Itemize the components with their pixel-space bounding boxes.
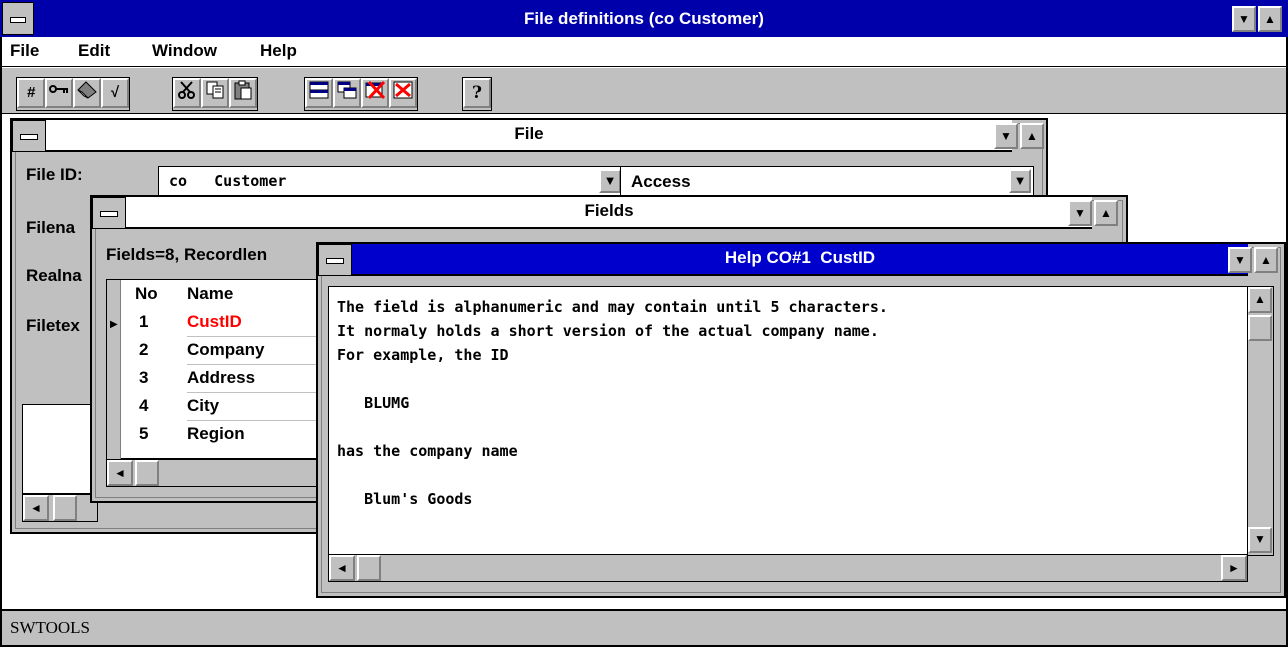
help-hscroll-thumb[interactable] bbox=[357, 555, 381, 581]
help-line: Blum's Goods bbox=[337, 490, 473, 508]
help-text: The field is alphanumeric and may contai… bbox=[337, 295, 888, 511]
help-window-maximize[interactable]: ▲ bbox=[1254, 247, 1278, 273]
help-text-area[interactable]: The field is alphanumeric and may contai… bbox=[328, 286, 1274, 556]
row-no: 3 bbox=[139, 368, 149, 387]
help-icon[interactable]: ? bbox=[463, 78, 491, 108]
maximize-button[interactable]: ▲ bbox=[1258, 6, 1282, 32]
toolbar-group-edit-mode: # √ bbox=[16, 77, 130, 111]
menu-edit[interactable]: Edit bbox=[78, 41, 110, 61]
status-bar: SWTOOLS bbox=[2, 609, 1286, 645]
key-icon[interactable] bbox=[45, 78, 73, 108]
check-icon[interactable]: √ bbox=[101, 78, 129, 108]
help-window-title: Help CO#1 CustID bbox=[724, 248, 876, 267]
column-header-no[interactable]: No bbox=[135, 280, 158, 308]
menu-window[interactable]: Window bbox=[152, 41, 217, 61]
menu-help[interactable]: Help bbox=[260, 41, 297, 61]
help-vscroll-thumb[interactable] bbox=[1248, 315, 1272, 341]
file-id-dropdown-icon[interactable]: ▼ bbox=[599, 169, 621, 193]
cut-icon[interactable] bbox=[173, 78, 201, 108]
fields-window-minimize[interactable]: ▼ bbox=[1068, 200, 1092, 226]
filetext-area[interactable] bbox=[22, 404, 98, 494]
fields-scroll-left[interactable]: ◄ bbox=[107, 460, 133, 486]
toolbar-group-clipboard bbox=[172, 77, 258, 111]
help-line: The field is alphanumeric and may contai… bbox=[337, 298, 888, 316]
row-name[interactable]: Region bbox=[187, 420, 327, 448]
file-id-combo[interactable]: co Customer ▼ bbox=[158, 166, 624, 198]
filename-label: Filena bbox=[26, 218, 76, 237]
help-line bbox=[337, 367, 888, 391]
help-window: Help CO#1 CustID ▼ ▲ The field is alphan… bbox=[316, 242, 1286, 598]
row-name[interactable]: CustID bbox=[187, 308, 327, 337]
fields-hscrollbar[interactable]: ◄ bbox=[106, 459, 326, 487]
help-line bbox=[337, 415, 888, 439]
system-menu-button[interactable] bbox=[2, 2, 34, 35]
file-window-system-menu[interactable] bbox=[12, 120, 46, 152]
row-name[interactable]: Address bbox=[187, 364, 327, 393]
toolbar-group-window bbox=[304, 77, 418, 111]
row-no: 2 bbox=[139, 340, 149, 359]
access-combo[interactable]: Access ▼ bbox=[620, 166, 1034, 198]
help-window-title-bar[interactable]: Help CO#1 CustID bbox=[352, 244, 1248, 276]
help-scroll-up[interactable]: ▲ bbox=[1248, 287, 1272, 313]
hash-icon[interactable]: # bbox=[17, 78, 45, 108]
app-title-bar[interactable]: File definitions (co Customer) bbox=[0, 0, 1288, 37]
fields-window-system-menu[interactable] bbox=[92, 197, 126, 229]
file-window-maximize[interactable]: ▲ bbox=[1020, 123, 1044, 149]
current-row-icon: ▶ bbox=[110, 319, 118, 330]
file-id-value: co Customer bbox=[169, 172, 287, 190]
help-window-minimize[interactable]: ▼ bbox=[1228, 247, 1252, 273]
realname-label: Realna bbox=[26, 266, 82, 285]
row-selector-column bbox=[107, 280, 121, 460]
access-dropdown-icon[interactable]: ▼ bbox=[1009, 169, 1031, 193]
fields-window-maximize[interactable]: ▲ bbox=[1094, 200, 1118, 226]
row-no: 1 bbox=[139, 312, 149, 331]
row-no: 5 bbox=[139, 424, 149, 443]
help-scroll-left[interactable]: ◄ bbox=[329, 555, 355, 581]
help-line bbox=[337, 463, 888, 487]
menu-file[interactable]: File bbox=[10, 41, 39, 61]
filetext-label: Filetex bbox=[26, 316, 80, 335]
fields-summary: Fields=8, Recordlen bbox=[106, 245, 268, 264]
tile-icon[interactable] bbox=[305, 78, 333, 108]
help-line: It normaly holds a short version of the … bbox=[337, 322, 879, 340]
file-hscrollbar[interactable]: ◄ bbox=[22, 494, 98, 522]
help-hscrollbar[interactable]: ◄ ► bbox=[328, 554, 1248, 582]
file-window-minimize[interactable]: ▼ bbox=[994, 123, 1018, 149]
menu-bar: File Edit Window Help bbox=[2, 37, 1286, 67]
help-vscrollbar[interactable]: ▲ ▼ bbox=[1247, 287, 1273, 555]
help-window-system-menu[interactable] bbox=[318, 244, 352, 276]
clear-icon[interactable] bbox=[73, 78, 101, 108]
row-no: 4 bbox=[139, 396, 149, 415]
row-name[interactable]: City bbox=[187, 392, 327, 421]
app-title: File definitions (co Customer) bbox=[524, 9, 764, 28]
minimize-button[interactable]: ▼ bbox=[1232, 6, 1256, 32]
fields-window-title-bar[interactable]: Fields bbox=[126, 197, 1092, 229]
close-all-icon[interactable] bbox=[389, 78, 417, 108]
file-scroll-thumb[interactable] bbox=[53, 495, 77, 521]
cascade-icon[interactable] bbox=[333, 78, 361, 108]
help-scroll-right[interactable]: ► bbox=[1221, 555, 1247, 581]
paste-icon[interactable] bbox=[229, 78, 257, 108]
access-value: Access bbox=[631, 172, 691, 191]
fields-window-title: Fields bbox=[584, 201, 634, 220]
file-window-title: File bbox=[514, 124, 544, 143]
status-text: SWTOOLS bbox=[10, 618, 90, 637]
fields-grid: No Name ▶ 1 CustID 2 Company 3 Address 4… bbox=[106, 279, 327, 460]
file-window-title-bar[interactable]: File bbox=[46, 120, 1012, 152]
fields-scroll-thumb[interactable] bbox=[135, 460, 159, 486]
file-scroll-left[interactable]: ◄ bbox=[23, 495, 49, 521]
copy-icon[interactable] bbox=[201, 78, 229, 108]
row-name[interactable]: Company bbox=[187, 336, 327, 365]
toolbar-group-help: ? bbox=[462, 77, 492, 111]
help-line: BLUMG bbox=[337, 394, 410, 412]
help-line: For example, the ID bbox=[337, 346, 509, 364]
column-header-name[interactable]: Name bbox=[187, 280, 233, 308]
file-id-label: File ID: bbox=[26, 165, 83, 184]
help-line: has the company name bbox=[337, 442, 518, 460]
help-scroll-down[interactable]: ▼ bbox=[1248, 527, 1272, 553]
delete-window-icon[interactable] bbox=[361, 78, 389, 108]
toolbar: # √ ? bbox=[2, 68, 1286, 114]
